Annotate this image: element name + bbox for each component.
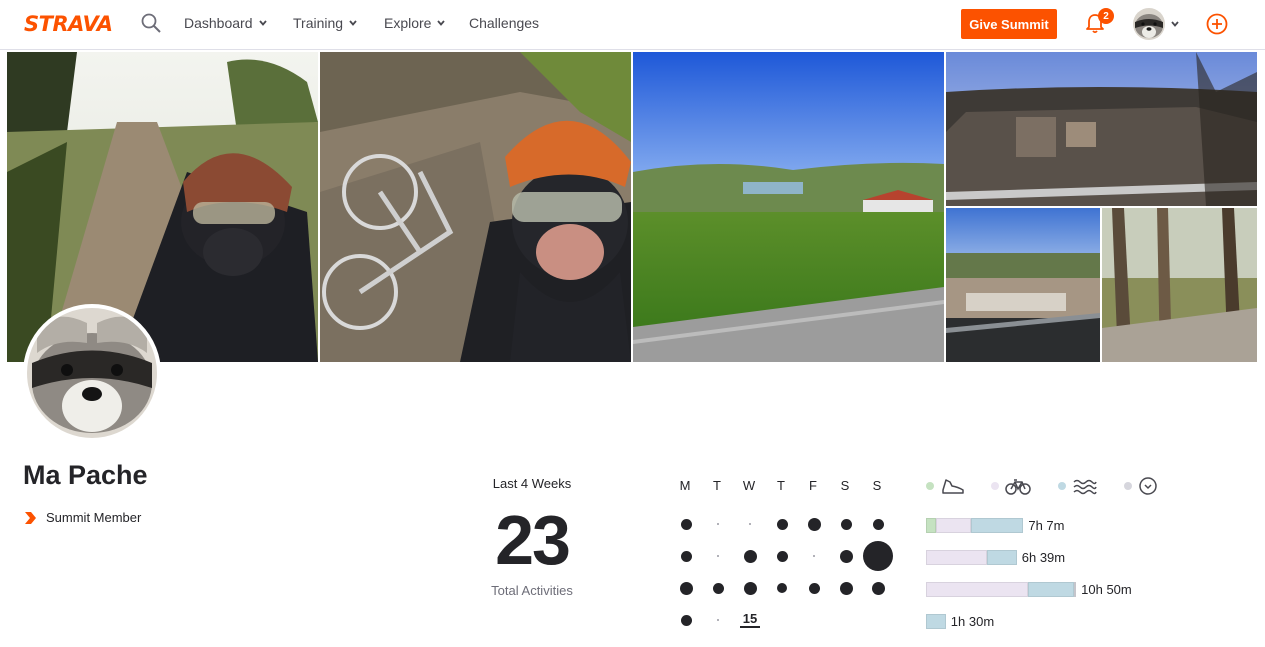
bar-segment-ride: [926, 550, 988, 565]
give-summit-button[interactable]: Give Summit: [961, 9, 1057, 39]
activity-dot[interactable]: [777, 583, 787, 593]
weekly-bar[interactable]: [926, 582, 1077, 597]
avatar[interactable]: [1133, 8, 1165, 40]
activity-dot[interactable]: [679, 581, 693, 595]
sport-swim[interactable]: [1058, 476, 1098, 496]
swim-color-dot: [1058, 482, 1066, 490]
activity-dot: [717, 523, 719, 525]
ride-color-dot: [991, 482, 999, 490]
photo-forest-path[interactable]: [1102, 208, 1257, 362]
activity-dot[interactable]: [776, 550, 788, 562]
activity-dot: [749, 523, 751, 525]
nav-training-label: Training: [293, 15, 344, 31]
nav-dashboard-label: Dashboard: [184, 15, 253, 31]
nav-dashboard[interactable]: Dashboard: [184, 15, 267, 31]
membership-text: Summit Member: [46, 510, 142, 525]
weekday-label: W: [742, 478, 756, 493]
top-nav: STRAVA Dashboard Training Explore Challe…: [0, 0, 1265, 50]
search-icon[interactable]: [141, 13, 161, 33]
summit-chevron-icon: [25, 511, 36, 524]
weekday-label: F: [809, 478, 817, 493]
photo-town-overlook[interactable]: [946, 52, 1257, 206]
total-activities-caption: Total Activities: [491, 583, 573, 598]
weekly-time: 7h 7m: [1028, 518, 1065, 533]
notification-badge: 2: [1098, 8, 1114, 24]
chevron-down-icon: [349, 20, 357, 26]
nav-challenges-label: Challenges: [469, 15, 540, 31]
activity-dot[interactable]: [680, 614, 692, 626]
chevron-down-icon: [437, 20, 446, 26]
waves-icon: [1073, 479, 1097, 495]
nav-explore[interactable]: Explore: [384, 15, 446, 31]
activity-dot[interactable]: [776, 518, 788, 530]
profile-avatar[interactable]: [23, 304, 161, 442]
bar-segment-ride: [926, 582, 1029, 597]
activity-dot[interactable]: [743, 581, 757, 595]
bar-segment-other: [1074, 582, 1077, 597]
chevron-down-icon[interactable]: [1171, 20, 1179, 28]
total-activities-value: 23: [495, 501, 571, 579]
weekday-label: S: [872, 478, 882, 493]
activity-dot[interactable]: [863, 541, 893, 571]
activity-dot[interactable]: [839, 549, 853, 563]
activity-dot[interactable]: [680, 518, 692, 530]
sport-other[interactable]: [1124, 476, 1158, 496]
bike-icon: [1005, 479, 1031, 495]
weekday-label: M: [679, 478, 691, 493]
weekly-bar[interactable]: [926, 614, 946, 629]
sport-run[interactable]: [926, 476, 966, 496]
weekly-bar[interactable]: [926, 518, 1024, 533]
weekday-label: S: [840, 478, 850, 493]
weekday-label: T: [777, 478, 785, 493]
bar-segment-ride: [935, 518, 971, 533]
summit-member-label: Summit Member: [24, 510, 141, 525]
nav-explore-label: Explore: [384, 15, 432, 31]
sport-ride[interactable]: [991, 476, 1031, 496]
activity-dot[interactable]: [872, 518, 884, 530]
activity-dot[interactable]: [808, 582, 820, 594]
activity-dot: [813, 555, 815, 557]
bar-segment-swim: [987, 550, 1017, 565]
activity-dot: [717, 555, 719, 557]
plus-circle-icon[interactable]: [1206, 13, 1228, 35]
activity-dot[interactable]: [807, 517, 821, 531]
activity-dot[interactable]: [840, 518, 852, 530]
activity-dot[interactable]: [680, 550, 692, 562]
nav-challenges[interactable]: Challenges: [469, 15, 539, 31]
bar-segment-swim: [970, 518, 1024, 533]
strava-logo[interactable]: STRAVA: [24, 12, 113, 36]
nav-training[interactable]: Training: [293, 15, 357, 31]
period-label: Last 4 Weeks: [492, 476, 572, 491]
today-date[interactable]: 15: [740, 612, 760, 628]
activity-dot[interactable]: [871, 581, 885, 595]
activity-dot[interactable]: [839, 581, 853, 595]
weekly-bar[interactable]: [926, 550, 1017, 565]
bar-segment-run: [926, 518, 936, 533]
weekday-label: T: [713, 478, 721, 493]
photo-valley-view[interactable]: [633, 52, 944, 362]
activity-dot: [717, 619, 719, 621]
athlete-name: Ma Pache: [23, 460, 148, 490]
chevron-down-icon: [258, 20, 267, 26]
stopwatch-icon: [1139, 477, 1157, 495]
weekly-time: 6h 39m: [1021, 550, 1066, 565]
activity-dot[interactable]: [743, 549, 757, 563]
weekly-time: 10h 50m: [1081, 582, 1132, 597]
bar-segment-swim: [926, 614, 946, 629]
other-color-dot: [1124, 482, 1132, 490]
photo-bike-selfie[interactable]: [320, 52, 631, 362]
weekly-time: 1h 30m: [950, 614, 995, 629]
run-color-dot: [926, 482, 934, 490]
activity-dot[interactable]: [712, 582, 724, 594]
photo-river-town[interactable]: [946, 208, 1100, 362]
shoe-icon: [942, 479, 964, 494]
bar-segment-swim: [1028, 582, 1075, 597]
